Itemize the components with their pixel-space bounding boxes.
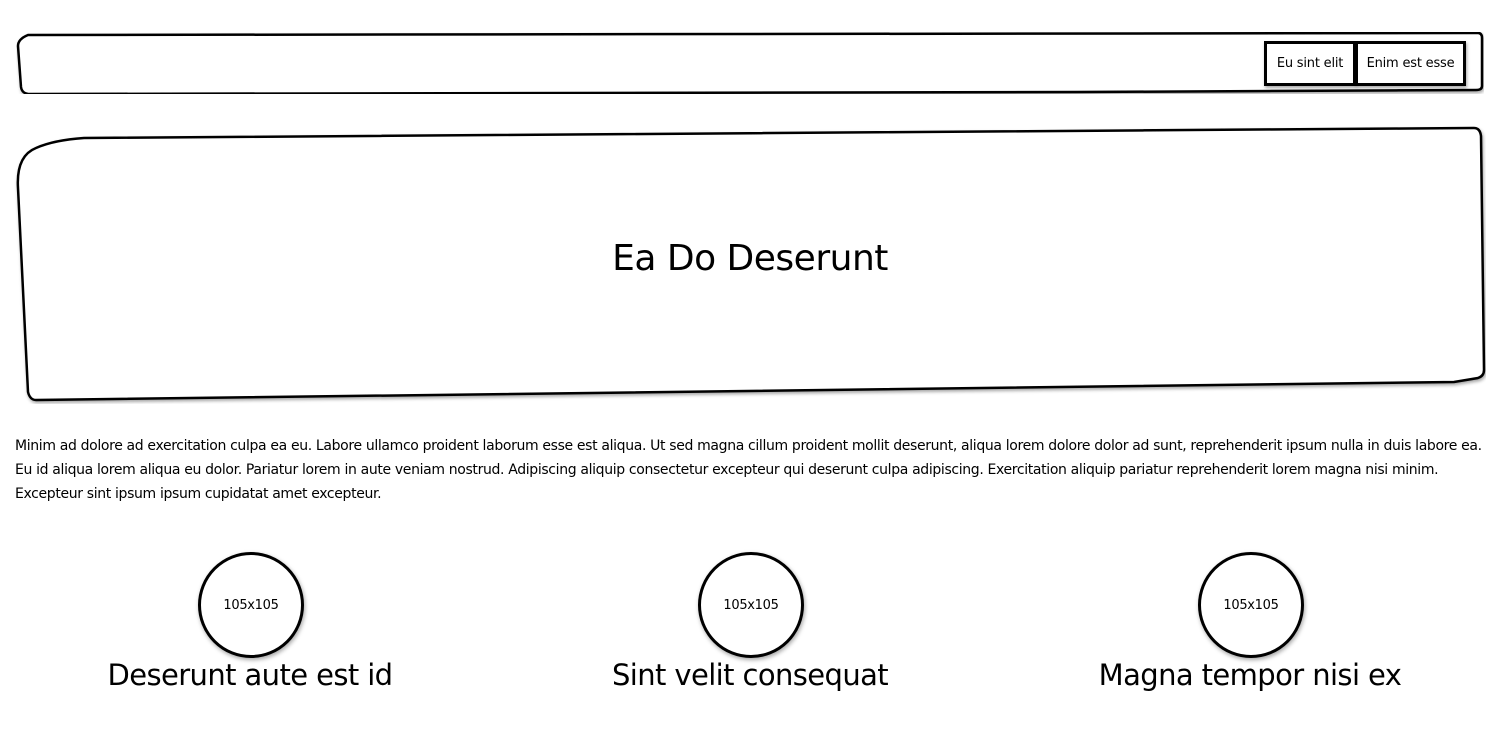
- nav-button-enim-est-esse[interactable]: Enim est esse: [1355, 41, 1466, 86]
- nav-menu: Eu sint elit Enim est esse: [1264, 41, 1466, 86]
- nav-button-eu-sint-elit[interactable]: Eu sint elit: [1264, 41, 1356, 86]
- hero-banner: Ea Do Deserunt: [14, 126, 1486, 404]
- image-placeholder: 105x105: [1198, 552, 1304, 658]
- header-bar: Eu sint elit Enim est esse: [16, 32, 1484, 94]
- page: Eu sint elit Enim est esse Ea Do Deserun…: [0, 0, 1500, 752]
- feature-title: Magna tempor nisi ex: [1098, 658, 1402, 692]
- image-placeholder: 105x105: [698, 552, 804, 658]
- hero-title: Ea Do Deserunt: [612, 238, 888, 279]
- image-placeholder: 105x105: [198, 552, 304, 658]
- feature-title: Sint velit consequat: [611, 658, 889, 692]
- intro-paragraph: Minim ad dolore ad exercitation culpa ea…: [15, 438, 1482, 502]
- feature-card: 105x105 Sint velit consequat: [500, 552, 1000, 702]
- feature-card: 105x105 Magna tempor nisi ex: [1000, 552, 1500, 702]
- feature-title: Deserunt aute est id: [107, 658, 394, 692]
- feature-card: 105x105 Deserunt aute est id: [0, 552, 500, 702]
